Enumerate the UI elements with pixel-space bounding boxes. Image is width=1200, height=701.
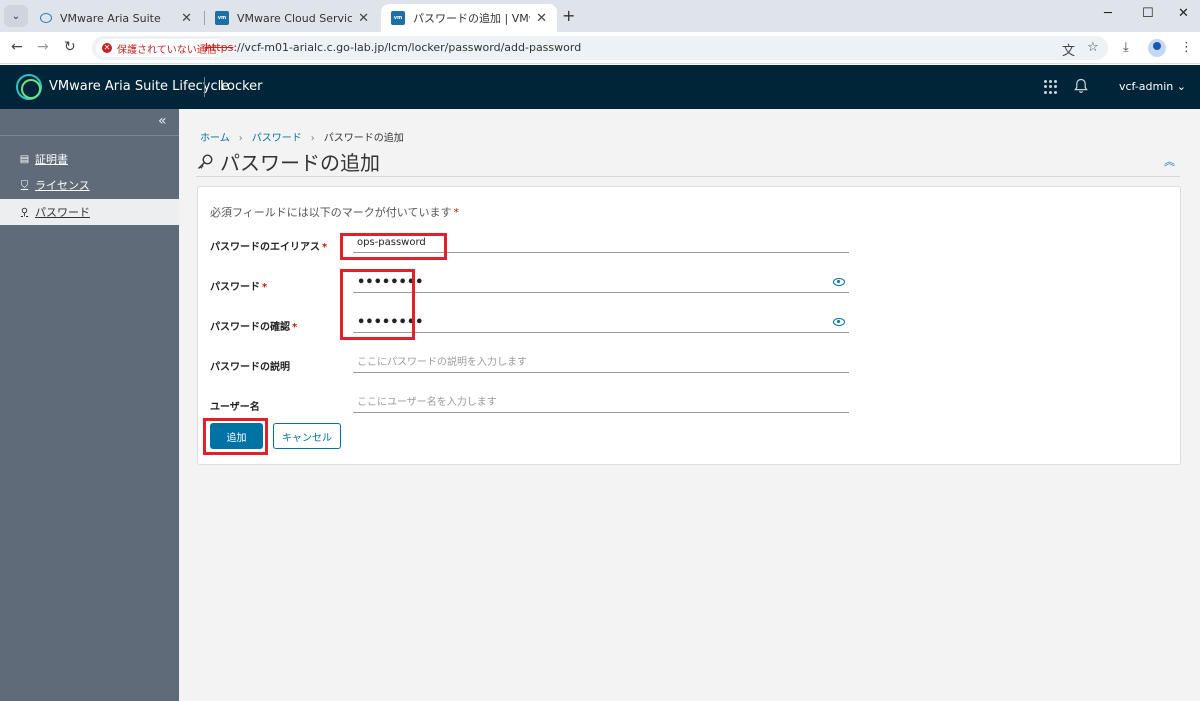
collapse-sidebar-icon[interactable]: « — [158, 113, 167, 129]
title-row: パスワードの追加 — [196, 147, 380, 176]
cancel-button[interactable]: キャンセル — [273, 423, 341, 449]
tab-close-icon[interactable]: ✕ — [536, 11, 547, 26]
username-label: ユーザー名 — [210, 402, 260, 413]
confirm-password-field[interactable] — [353, 313, 849, 333]
sidebar-divider — [0, 135, 179, 136]
browser-toolbar: ← → ↻ ✕ 保護されていない通信 https://vcf-m01-arial… — [0, 32, 1200, 64]
required-note: 必須フィールドには以下のマークが付いています * — [210, 204, 459, 220]
description-field[interactable] — [353, 353, 849, 373]
browser-tabstrip: ⌄ VMware Aria Suite ✕ vm VMware Cloud Se… — [0, 0, 1200, 32]
vmware-favicon-icon: vm — [391, 11, 405, 25]
breadcrumb-separator: › — [310, 133, 315, 144]
aria-logo-icon — [16, 74, 42, 100]
new-tab-button[interactable]: + — [562, 6, 575, 25]
address-bar[interactable]: ✕ 保護されていない通信 https://vcf-m01-arialc.c.go… — [92, 36, 1108, 60]
window-close-icon[interactable]: ✕ — [1178, 6, 1189, 21]
warning-icon: ✕ — [102, 43, 112, 53]
section-name[interactable]: Locker — [220, 79, 263, 94]
password-input[interactable] — [353, 273, 849, 291]
tab-title: VMware Cloud Services — [237, 11, 353, 25]
profile-avatar-icon[interactable] — [1148, 39, 1166, 57]
show-password-eye-icon[interactable] — [833, 318, 845, 326]
key-icon — [198, 153, 213, 169]
app-header: VMware Aria Suite Lifecycle Locker vcf-a… — [0, 65, 1200, 109]
page-title: パスワードの追加 — [220, 151, 380, 175]
key-icon: ⚲ — [20, 206, 29, 218]
alias-input[interactable] — [353, 233, 849, 251]
shield-icon: ⛉ — [20, 179, 29, 191]
browser-tab-aria-suite[interactable]: VMware Aria Suite ✕ — [30, 4, 202, 32]
required-note-text: 必須フィールドには以下のマークが付いています — [210, 206, 452, 219]
password-field[interactable] — [353, 273, 849, 293]
username-input[interactable] — [353, 393, 849, 411]
sidebar-item-licenses[interactable]: ⛉ ライセンス — [0, 172, 179, 198]
product-name[interactable]: VMware Aria Suite Lifecycle — [49, 79, 229, 94]
title-divider — [196, 176, 1180, 177]
notification-bell-icon[interactable] — [1074, 78, 1088, 94]
security-label: 保護されていない通信 — [117, 44, 217, 56]
alias-label: パスワードのエイリアス * — [210, 238, 327, 253]
alias-field[interactable] — [353, 233, 849, 253]
bookmark-star-icon[interactable]: ☆ — [1087, 40, 1099, 55]
user-menu[interactable]: vcf-admin ⌄ — [1119, 80, 1186, 93]
sidebar-item-label: ライセンス — [35, 179, 90, 192]
username-field[interactable] — [353, 393, 849, 413]
confirm-password-label-text: パスワードの確認 — [210, 322, 290, 333]
back-icon[interactable]: ← — [11, 39, 23, 55]
breadcrumb-passwords[interactable]: パスワード — [252, 133, 302, 144]
download-icon[interactable]: ⤓ — [1123, 40, 1129, 55]
show-password-eye-icon[interactable] — [833, 278, 845, 286]
tab-close-icon[interactable]: ✕ — [358, 11, 369, 26]
certificate-icon: ▤ — [19, 153, 30, 165]
description-input[interactable] — [353, 353, 849, 371]
required-marker: * — [262, 282, 268, 293]
breadcrumb-separator: › — [238, 133, 243, 144]
alias-label-text: パスワードのエイリアス — [210, 242, 320, 253]
password-label: パスワード * — [210, 278, 267, 293]
cloud-icon — [40, 13, 52, 23]
confirm-password-input[interactable] — [353, 313, 849, 331]
breadcrumb-current: パスワードの追加 — [323, 133, 404, 144]
reload-icon[interactable]: ↻ — [64, 39, 76, 55]
browser-menu-icon[interactable]: ⋮ — [1180, 40, 1193, 55]
add-button[interactable]: 追加 — [210, 423, 263, 449]
vmware-favicon-icon: vm — [215, 11, 229, 25]
required-marker: * — [322, 242, 328, 253]
password-label-text: パスワード — [210, 282, 260, 293]
browser-tab-cloud-services[interactable]: vm VMware Cloud Services ✕ — [205, 4, 379, 32]
breadcrumb-home[interactable]: ホーム — [200, 133, 230, 144]
collapse-up-icon[interactable]: ︽ — [1164, 153, 1175, 169]
tab-title: パスワードの追加 | VMware Aria Suite — [413, 12, 530, 25]
breadcrumb: ホーム › パスワード › パスワードの追加 — [200, 129, 404, 144]
browser-tab-add-password[interactable]: vm パスワードの追加 | VMware Aria Suite ✕ — [381, 4, 557, 32]
add-password-form: 必須フィールドには以下のマークが付いています* パスワードのエイリアス* パスワ… — [197, 186, 1181, 465]
app-switcher-icon[interactable] — [1044, 80, 1058, 94]
required-marker: * — [453, 206, 459, 219]
sidebar-item-passwords[interactable]: ⚲ パスワード — [0, 199, 179, 225]
sidebar-item-label: パスワード — [35, 206, 90, 219]
url-path: ://vcf-m01-arialc.c.go-lab.jp/lcm/locker… — [233, 41, 582, 54]
tab-title: VMware Aria Suite — [60, 11, 161, 25]
url-scheme: https — [205, 41, 234, 54]
sidebar-item-certificates[interactable]: ▤ 証明書 — [0, 146, 179, 172]
confirm-password-label: パスワードの確認 * — [210, 318, 297, 333]
minimize-icon[interactable]: ─ — [1104, 6, 1112, 21]
description-label: パスワードの説明 — [210, 362, 290, 373]
url-text[interactable]: https://vcf-m01-arialc.c.go-lab.jp/lcm/l… — [205, 41, 581, 54]
sidebar: « ▤ 証明書 ⛉ ライセンス ⚲ パスワード — [0, 109, 179, 701]
maximize-icon[interactable]: ☐ — [1142, 6, 1154, 21]
header-divider — [204, 77, 205, 97]
translate-icon[interactable]: 文 — [1062, 40, 1075, 59]
forward-icon[interactable]: → — [37, 39, 49, 55]
tab-close-icon[interactable]: ✕ — [181, 11, 192, 26]
sidebar-item-label: 証明書 — [35, 153, 68, 166]
main-content: ホーム › パスワード › パスワードの追加 パスワードの追加 ︽ 必須フィールドには以… — [179, 109, 1200, 701]
required-marker: * — [292, 322, 298, 333]
tab-search-menu-button[interactable]: ⌄ — [4, 5, 28, 27]
